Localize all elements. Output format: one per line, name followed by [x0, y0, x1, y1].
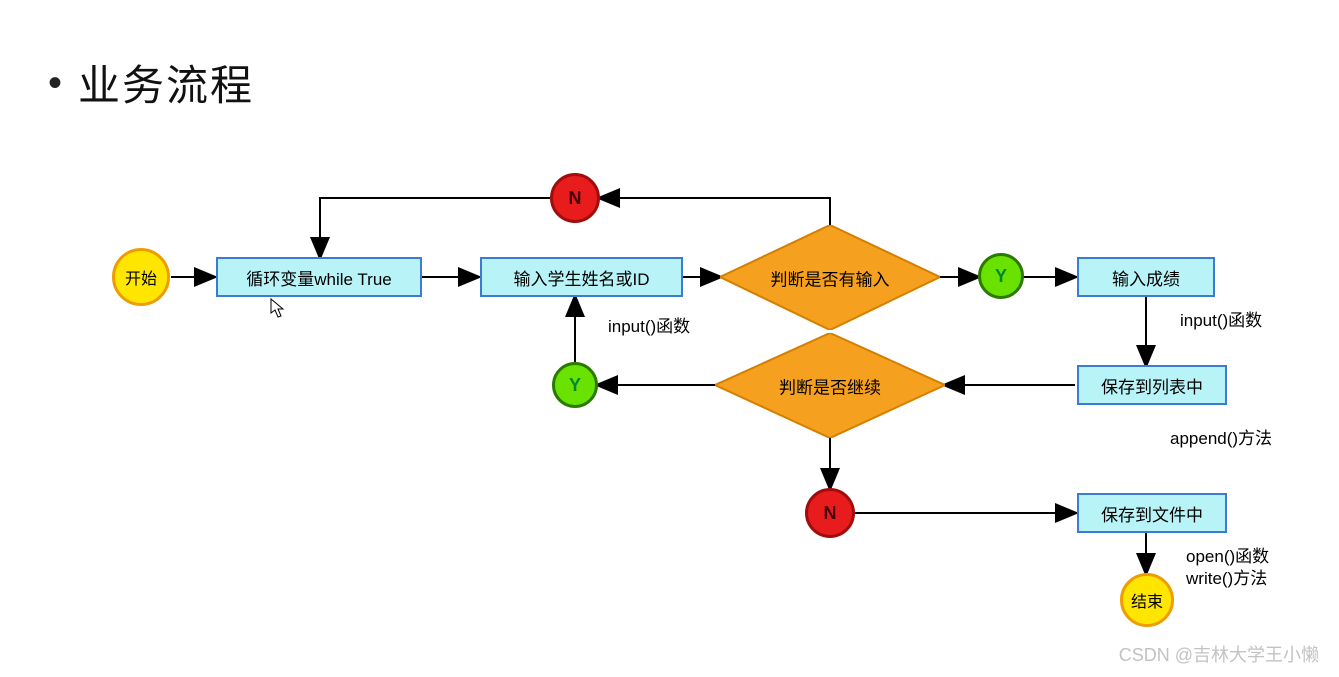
process-save-file-label: 保存到文件中: [1101, 501, 1203, 526]
caption-input-fn-2: input()函数: [1180, 306, 1262, 331]
caption-append-method: append()方法: [1170, 424, 1272, 449]
title-row: • 业务流程: [48, 52, 254, 113]
caption-write-method: write()方法: [1186, 564, 1267, 589]
decision-has-input: 判断是否有输入: [720, 225, 940, 330]
terminal-end-label: 结束: [1131, 588, 1163, 612]
mouse-cursor-icon: [270, 298, 286, 320]
process-input-student: 输入学生姓名或ID: [480, 257, 683, 297]
connector-y-left-label: Y: [569, 375, 581, 396]
process-input-score: 输入成绩: [1077, 257, 1215, 297]
terminal-start-label: 开始: [125, 265, 157, 289]
process-loop-var: 循环变量while True: [216, 257, 422, 297]
connector-n-top-label: N: [569, 188, 582, 209]
connector-n-bottom: N: [805, 488, 855, 538]
connector-n-bottom-label: N: [824, 503, 837, 524]
process-save-file: 保存到文件中: [1077, 493, 1227, 533]
process-save-list: 保存到列表中: [1077, 365, 1227, 405]
connector-y-left: Y: [552, 362, 598, 408]
process-loop-var-label: 循环变量while True: [246, 265, 391, 290]
watermark: CSDN @吉林大学王小懒: [1119, 641, 1319, 667]
decision-has-input-label: 判断是否有输入: [771, 265, 890, 290]
process-input-student-label: 输入学生姓名或ID: [514, 265, 650, 290]
connector-y-right-label: Y: [995, 266, 1007, 287]
caption-input-fn-1: input()函数: [608, 312, 690, 337]
terminal-start: 开始: [112, 248, 170, 306]
terminal-end: 结束: [1120, 573, 1174, 627]
connector-n-top: N: [550, 173, 600, 223]
decision-continue: 判断是否继续: [715, 333, 945, 438]
page-title: 业务流程: [78, 52, 254, 113]
process-input-score-label: 输入成绩: [1112, 265, 1180, 290]
bullet-icon: •: [48, 63, 62, 103]
process-save-list-label: 保存到列表中: [1101, 373, 1203, 398]
decision-continue-label: 判断是否继续: [779, 373, 881, 398]
connector-y-right: Y: [978, 253, 1024, 299]
